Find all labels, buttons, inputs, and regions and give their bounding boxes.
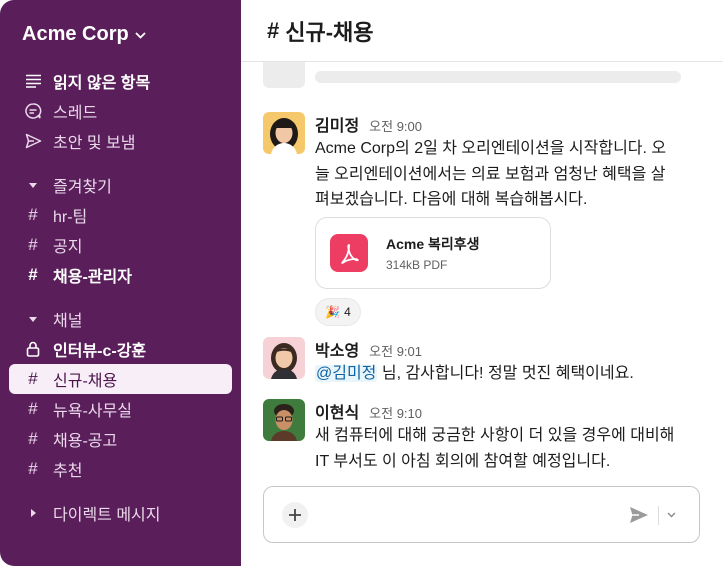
workspace-name: Acme Corp — [22, 22, 129, 45]
party-popper-icon: 🎉 — [325, 304, 341, 319]
threads-icon — [23, 102, 43, 120]
sidebar: Acme Corp 읽지 않은 항목 스레드 초안 및 보냄 즐겨찾기 # hr… — [0, 0, 241, 566]
caret-right-icon — [23, 508, 43, 518]
channel-title: 신규-채용 — [285, 19, 374, 45]
message-timestamp[interactable]: 오전 9:00 — [369, 116, 422, 135]
section-label: 채널 — [53, 313, 83, 330]
sidebar-item-threads[interactable]: 스레드 — [9, 96, 232, 126]
sidebar-item-unread[interactable]: 읽지 않은 항목 — [9, 66, 232, 96]
sidebar-item-ny-office[interactable]: # 뉴욕-사무실 — [9, 394, 232, 424]
hash-icon: # — [28, 369, 38, 388]
lock-icon — [23, 341, 43, 357]
sidebar-item-label: 뉴욕-사무실 — [53, 403, 132, 420]
chevron-down-icon[interactable] — [663, 505, 679, 525]
hash-icon: # — [28, 205, 38, 224]
user-mention[interactable]: @김미정 — [315, 365, 378, 382]
section-channels[interactable]: 채널 — [9, 304, 232, 334]
sidebar-item-referrals[interactable]: # 추천 — [9, 454, 232, 484]
message-text: 새 컴퓨터에 대해 궁금한 사항이 더 있을 경우에 대비해 IT 부서도 이 … — [315, 427, 675, 470]
message-composer[interactable] — [263, 486, 700, 543]
sidebar-item-label: 초안 및 보냄 — [53, 135, 136, 152]
pdf-icon — [330, 233, 368, 272]
hash-icon: # — [28, 265, 38, 284]
sidebar-item-label: hr-팀 — [53, 209, 88, 226]
message-author[interactable]: 이현식 — [315, 399, 359, 423]
file-name: Acme 복리후생 — [386, 235, 480, 252]
main-panel: # 신규-채용 김미정 오전 9:00 Acme Corp의 2일 차 오리엔테… — [241, 0, 723, 566]
message-text: @김미정 님, 감사합니다! 정말 멋진 혜택이네요. — [315, 365, 634, 382]
message-timestamp[interactable]: 오전 9:10 — [369, 403, 422, 422]
hash-icon: # — [28, 429, 38, 448]
send-icon — [23, 133, 43, 149]
sidebar-item-job-postings[interactable]: # 채용-공고 — [9, 424, 232, 454]
reaction-pill[interactable]: 🎉 4 — [315, 297, 361, 326]
sidebar-item-hr-team[interactable]: # hr-팀 — [9, 200, 232, 230]
section-favorites[interactable]: 즐겨찾기 — [9, 170, 232, 200]
send-icon[interactable] — [627, 504, 651, 526]
section-label: 다이렉트 메시지 — [53, 507, 161, 524]
message-author[interactable]: 박소영 — [315, 337, 359, 361]
sidebar-item-label: 추천 — [53, 463, 83, 480]
avatar[interactable] — [263, 399, 305, 441]
sidebar-item-label: 채용-공고 — [53, 433, 118, 450]
message-author[interactable]: 김미정 — [315, 112, 359, 136]
sidebar-item-label: 채용-관리자 — [53, 269, 132, 286]
sidebar-item-label: 읽지 않은 항목 — [53, 75, 151, 92]
sidebar-item-interview-channel[interactable]: 인터뷰-c-강훈 — [9, 334, 232, 364]
section-direct-messages[interactable]: 다이렉트 메시지 — [9, 498, 232, 528]
channel-header[interactable]: # 신규-채용 — [241, 0, 723, 62]
sidebar-item-label: 신규-채용 — [53, 373, 118, 390]
sidebar-item-label: 스레드 — [53, 105, 98, 122]
plus-icon[interactable] — [282, 502, 308, 528]
caret-down-icon — [23, 316, 43, 323]
message-timestamp[interactable]: 오전 9:01 — [369, 341, 422, 360]
sidebar-item-label: 인터뷰-c-강훈 — [53, 343, 147, 360]
sidebar-item-announcements[interactable]: # 공지 — [9, 230, 232, 260]
avatar[interactable] — [263, 112, 305, 154]
workspace-switcher[interactable]: Acme Corp — [22, 20, 146, 48]
hash-icon: # — [267, 17, 280, 43]
sidebar-item-new-hires[interactable]: # 신규-채용 — [9, 364, 232, 394]
message-text: Acme Corp의 2일 차 오리엔테이션을 시작합니다. 오 늘 오리엔테이… — [315, 140, 667, 208]
list-icon — [23, 74, 43, 88]
sidebar-item-drafts[interactable]: 초안 및 보냄 — [9, 126, 232, 156]
section-label: 즐겨찾기 — [53, 179, 112, 196]
file-meta: 314kB PDF — [386, 257, 448, 272]
placeholder-avatar — [263, 62, 305, 88]
app-window: Acme Corp 읽지 않은 항목 스레드 초안 및 보냄 즐겨찾기 # hr… — [0, 0, 723, 566]
send-divider — [658, 506, 659, 525]
reaction-count: 4 — [344, 304, 351, 319]
caret-down-icon — [23, 182, 43, 189]
file-attachment[interactable]: Acme 복리후생 314kB PDF — [315, 216, 551, 289]
chevron-down-icon — [135, 28, 146, 42]
placeholder-line — [315, 71, 681, 83]
avatar[interactable] — [263, 337, 305, 379]
hash-icon: # — [28, 235, 38, 254]
sidebar-item-hiring-managers[interactable]: # 채용-관리자 — [9, 260, 232, 290]
sidebar-item-label: 공지 — [53, 239, 83, 256]
hash-icon: # — [28, 399, 38, 418]
hash-icon: # — [28, 459, 38, 478]
